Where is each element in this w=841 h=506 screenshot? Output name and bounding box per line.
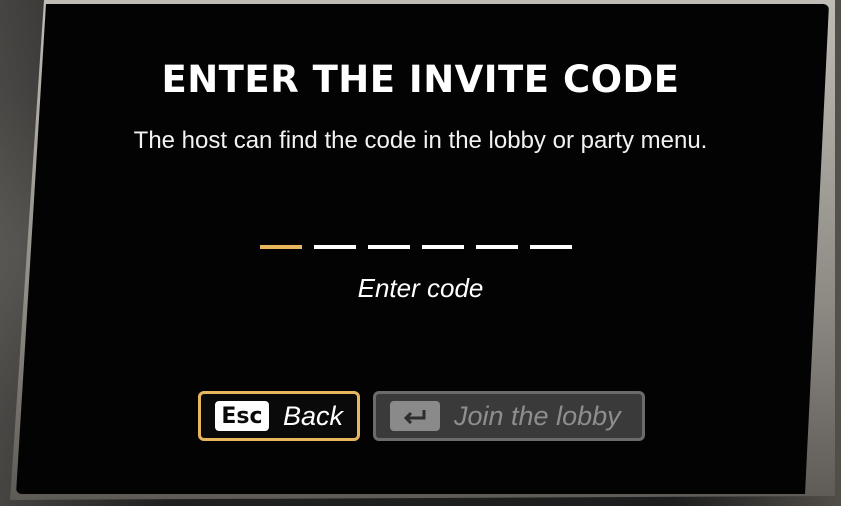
code-slot-5[interactable]: [476, 245, 518, 249]
dialog-title: ENTER THE INVITE CODE: [161, 58, 680, 101]
code-input-hint: Enter code: [357, 273, 484, 303]
code-slot-1[interactable]: [260, 245, 302, 249]
enter-key-icon: [390, 401, 440, 431]
join-lobby-label: Join the lobby: [454, 400, 621, 431]
code-slot-2[interactable]: [314, 245, 356, 249]
code-slot-6[interactable]: [530, 245, 572, 249]
esc-key-icon: Esc: [215, 401, 269, 431]
join-lobby-button[interactable]: Join the lobby: [373, 391, 645, 441]
code-slot-4[interactable]: [422, 245, 464, 249]
back-button[interactable]: Esc Back: [198, 391, 360, 441]
code-slot-3[interactable]: [368, 245, 410, 249]
back-button-label: Back: [283, 400, 344, 431]
dialog-subtitle: The host can find the code in the lobby …: [133, 127, 708, 154]
invite-code-input[interactable]: [260, 245, 572, 249]
